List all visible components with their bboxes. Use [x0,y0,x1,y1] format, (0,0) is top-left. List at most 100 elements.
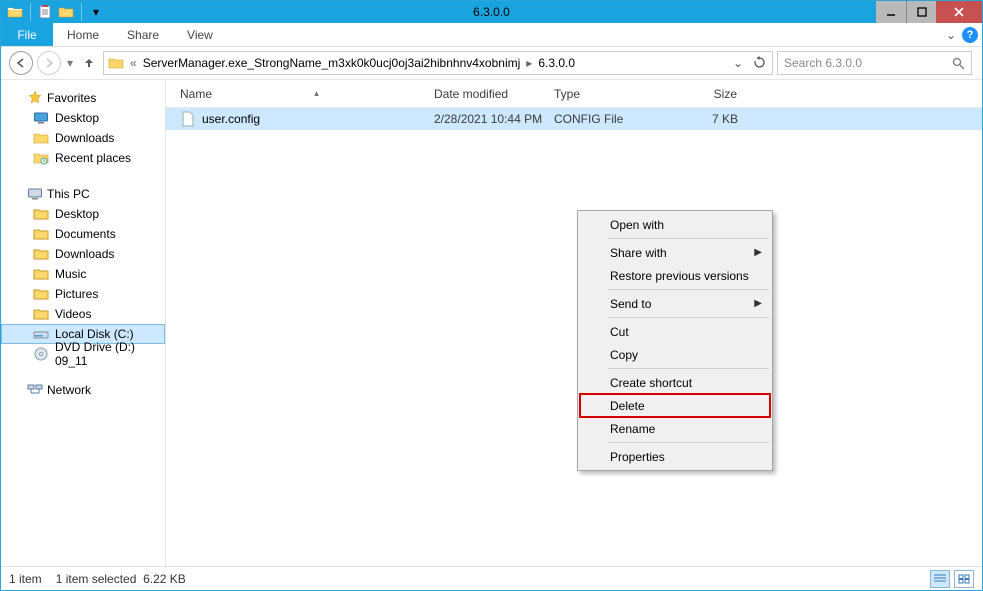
file-tab[interactable]: File [1,23,53,46]
star-icon [27,90,43,106]
computer-icon [27,186,43,202]
file-size: 7 KB [666,112,746,126]
menu-restore-previous-versions[interactable]: Restore previous versions [580,264,770,287]
folder-icon [33,286,49,302]
menu-properties[interactable]: Properties [580,445,770,468]
details-view-button[interactable] [930,570,950,588]
sort-indicator-icon: ▴ [216,88,417,99]
column-header-size[interactable]: Size [666,80,746,107]
sidebar-item-documents[interactable]: Documents [1,224,165,244]
sidebar-item-downloads[interactable]: Downloads [1,244,165,264]
explorer-window: ▾ 6.3.0.0 File Home Share View ⌄ ? [0,0,983,591]
properties-icon[interactable] [38,4,54,20]
file-name: user.config [202,112,260,126]
sidebar-item-music[interactable]: Music [1,264,165,284]
submenu-arrow-icon: ▶ [754,247,762,258]
chevron-icon[interactable]: ▸ [524,56,534,70]
sidebar-item-videos[interactable]: Videos [1,304,165,324]
thispc-group: This PC Desktop Documents Downloads Musi… [1,184,165,364]
maximize-button[interactable] [906,1,936,23]
menu-share-with[interactable]: Share with▶ [580,241,770,264]
quick-access-toolbar: ▾ [1,1,103,23]
chevron-icon[interactable]: « [128,56,139,70]
column-header-type[interactable]: Type [546,80,666,107]
navigation-pane: Favorites Desktop Downloads Recent place… [1,80,166,566]
back-button[interactable] [9,51,33,75]
sidebar-item-desktop[interactable]: Desktop [1,204,165,224]
network-icon [27,382,43,398]
folder-icon [33,206,49,222]
menu-copy[interactable]: Copy [580,343,770,366]
minimize-button[interactable] [876,1,906,23]
tab-share[interactable]: Share [113,23,173,46]
menu-separator [608,368,769,369]
folder-small-icon [108,55,124,71]
separator [81,3,82,21]
folder-icon [33,246,49,262]
file-date: 2/28/2021 10:44 PM [426,112,546,126]
sidebar-item-recent-places[interactable]: Recent places [1,148,165,168]
menu-delete[interactable]: Delete [580,394,770,417]
main-area: Favorites Desktop Downloads Recent place… [1,80,982,566]
folder-icon [7,4,23,20]
status-bar: 1 item 1 item selected 6.22 KB [1,566,982,590]
new-folder-icon[interactable] [58,4,74,20]
refresh-icon[interactable] [753,56,766,70]
folder-icon [33,266,49,282]
navigation-bar: ▾ « ServerManager.exe_StrongName_m3xk0k0… [1,47,982,80]
help-icon[interactable]: ? [962,27,978,43]
up-button[interactable] [79,53,99,73]
menu-separator [608,317,769,318]
status-selected-count: 1 item selected 6.22 KB [56,572,186,586]
folder-icon [33,130,49,146]
tab-view[interactable]: View [173,23,227,46]
breadcrumb-segment[interactable]: ServerManager.exe_StrongName_m3xk0k0ucj0… [143,56,521,70]
file-type: CONFIG File [546,112,666,126]
menu-send-to[interactable]: Send to▶ [580,292,770,315]
menu-rename[interactable]: Rename [580,417,770,440]
drive-icon [33,326,49,342]
submenu-arrow-icon: ▶ [754,298,762,309]
this-pc-header[interactable]: This PC [1,184,165,204]
search-input[interactable]: Search 6.3.0.0 [777,51,972,75]
menu-separator [608,238,769,239]
network-header[interactable]: Network [1,380,165,400]
qat-dropdown-icon[interactable]: ▾ [89,1,103,23]
titlebar: ▾ 6.3.0.0 [1,1,982,23]
search-placeholder: Search 6.3.0.0 [784,56,952,70]
file-list: Name▴ Date modified Type Size user.confi… [166,80,982,566]
address-dropdown-icon[interactable]: ⌄ [733,56,743,70]
window-title: 6.3.0.0 [1,5,982,19]
tab-home[interactable]: Home [53,23,113,46]
history-dropdown-icon[interactable]: ▾ [65,56,75,70]
large-icons-view-button[interactable] [954,570,974,588]
favorites-group: Favorites Desktop Downloads Recent place… [1,88,165,168]
sidebar-item-desktop[interactable]: Desktop [1,108,165,128]
file-icon [180,111,196,127]
close-button[interactable] [936,1,982,23]
menu-open-with[interactable]: Open with [580,213,770,236]
sidebar-item-pictures[interactable]: Pictures [1,284,165,304]
recent-icon [33,150,49,166]
folder-icon [33,226,49,242]
search-icon[interactable] [952,57,965,70]
desktop-icon [33,110,49,126]
breadcrumb-segment[interactable]: 6.3.0.0 [538,56,575,70]
menu-separator [608,289,769,290]
network-group: Network [1,380,165,400]
menu-cut[interactable]: Cut [580,320,770,343]
address-bar[interactable]: « ServerManager.exe_StrongName_m3xk0k0uc… [103,51,773,75]
window-controls [876,1,982,23]
folder-icon [33,306,49,322]
sidebar-item-downloads[interactable]: Downloads [1,128,165,148]
ribbon-expand-icon[interactable]: ⌄ [946,28,956,42]
status-item-count: 1 item [9,572,42,586]
column-header-date[interactable]: Date modified [426,80,546,107]
column-header-name[interactable]: Name▴ [166,80,426,107]
dvd-icon [33,346,49,362]
forward-button[interactable] [37,51,61,75]
favorites-header[interactable]: Favorites [1,88,165,108]
file-row[interactable]: user.config 2/28/2021 10:44 PM CONFIG Fi… [166,108,982,130]
sidebar-item-dvd-drive[interactable]: DVD Drive (D:) 09_11 [1,344,165,364]
menu-create-shortcut[interactable]: Create shortcut [580,371,770,394]
